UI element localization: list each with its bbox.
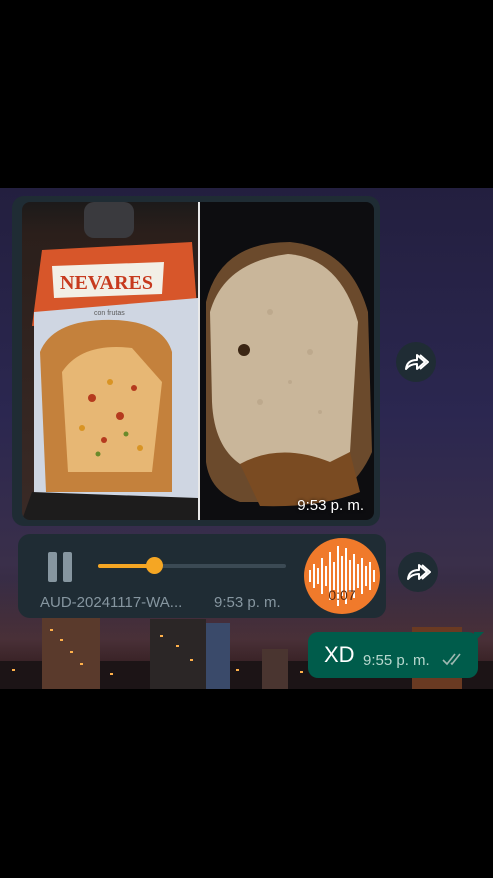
image-message-photos[interactable]: NEVARES con frutas 9:53 p. m. — [22, 202, 374, 520]
pause-icon[interactable] — [48, 552, 74, 582]
outgoing-message-text: XD — [324, 642, 355, 667]
package-brand-label: NEVARES — [60, 272, 153, 294]
audio-thumbnail: 0:07 — [304, 538, 380, 614]
forward-button-audio[interactable] — [398, 552, 438, 592]
outgoing-message-time: 9:55 p. m. — [363, 652, 430, 669]
panettone-package-photo: NEVARES con frutas — [22, 202, 198, 520]
audio-progress-knob[interactable] — [146, 557, 164, 574]
forward-button-image[interactable] — [396, 342, 436, 382]
audio-duration: 0:07 — [328, 587, 356, 603]
bottom-black-band — [0, 689, 493, 878]
forward-icon — [407, 564, 431, 580]
package-subtitle: con frutas — [94, 310, 125, 317]
audio-message-time: 9:53 p. m. — [214, 594, 281, 611]
audio-filename: AUD-20241117-WA... — [40, 594, 183, 611]
image-message-time: 9:53 p. m. — [297, 497, 364, 514]
panettone-slice-photo — [200, 202, 374, 520]
top-black-band — [0, 0, 493, 188]
audio-progress-track[interactable] — [98, 557, 286, 574]
bread-illustration — [206, 242, 372, 507]
outgoing-message-bubble[interactable]: XD 9:55 p. m. — [308, 632, 478, 678]
package-illustration — [22, 202, 198, 520]
forward-icon — [405, 354, 429, 370]
double-check-icon — [442, 653, 461, 666]
